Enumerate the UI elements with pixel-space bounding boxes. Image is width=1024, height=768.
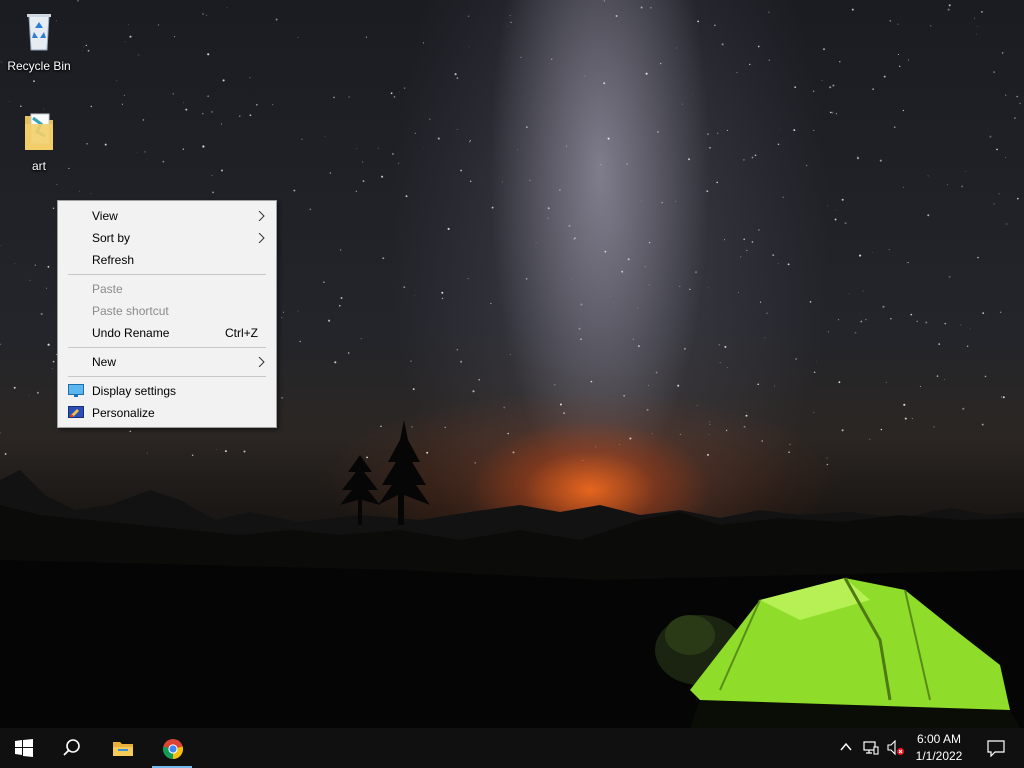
menu-item-label: Personalize <box>92 406 155 420</box>
menu-item-paste-shortcut: Paste shortcut <box>58 300 276 322</box>
notification-icon <box>987 740 1005 757</box>
menu-separator <box>68 274 266 275</box>
menu-item-refresh[interactable]: Refresh <box>58 249 276 271</box>
volume-muted-icon <box>887 740 905 756</box>
menu-item-label: Paste <box>92 282 123 296</box>
menu-item-new[interactable]: New <box>58 351 276 373</box>
desktop[interactable]: Recycle Bin art View Sort by Refresh Pas… <box>0 0 1024 728</box>
chevron-up-icon <box>840 742 852 751</box>
chevron-right-icon <box>258 357 265 367</box>
folder-icon <box>25 113 53 150</box>
menu-item-undo-rename[interactable]: Undo Rename Ctrl+Z <box>58 322 276 344</box>
menu-separator <box>68 376 266 377</box>
taskbar: 6:00 AM 1/1/2022 <box>0 728 1024 768</box>
menu-item-label: Sort by <box>92 231 131 245</box>
file-explorer-button[interactable] <box>98 728 146 768</box>
chrome-button[interactable] <box>148 728 196 768</box>
menu-item-label: Undo Rename <box>92 326 170 340</box>
chrome-icon <box>162 739 184 759</box>
desktop-icon-art[interactable]: art <box>1 106 77 173</box>
network-icon <box>863 741 879 755</box>
search-icon <box>63 739 80 756</box>
desktop-icon-recycle-bin[interactable]: Recycle Bin <box>1 6 77 73</box>
taskbar-clock[interactable]: 6:00 AM 1/1/2022 <box>906 730 972 767</box>
menu-item-sort-by[interactable]: Sort by <box>58 227 276 249</box>
menu-item-paste: Paste <box>58 278 276 300</box>
search-button[interactable] <box>48 728 96 768</box>
menu-item-personalize[interactable]: Personalize <box>58 402 276 424</box>
menu-separator <box>68 347 266 348</box>
windows-logo-icon <box>15 739 33 757</box>
recycle-bin-icon <box>27 14 51 51</box>
desktop-icon-label: art <box>31 159 46 173</box>
menu-item-view[interactable]: View <box>58 205 276 227</box>
menu-item-label: New <box>92 355 117 369</box>
start-button[interactable] <box>0 728 48 768</box>
desktop-icon-label: Recycle Bin <box>7 59 71 73</box>
clock-date: 1/1/2022 <box>915 749 963 763</box>
personalize-icon <box>68 406 84 418</box>
menu-item-display-settings[interactable]: Display settings <box>58 380 276 402</box>
menu-item-label: View <box>92 209 118 223</box>
display-settings-icon <box>68 384 84 397</box>
menu-item-shortcut: Ctrl+Z <box>225 326 258 340</box>
menu-item-label: Display settings <box>92 384 177 398</box>
tray-overflow-button[interactable] <box>836 728 858 768</box>
tray-network-button[interactable] <box>860 728 882 768</box>
menu-item-label: Refresh <box>92 253 135 267</box>
action-center-button[interactable] <box>976 728 1016 768</box>
chevron-right-icon <box>258 211 265 221</box>
tray-volume-button[interactable] <box>884 728 906 768</box>
chevron-right-icon <box>258 233 265 243</box>
clock-time: 6:00 AM <box>916 732 962 746</box>
desktop-context-menu: View Sort by Refresh Paste Paste shortcu… <box>57 200 277 428</box>
menu-item-label: Paste shortcut <box>92 304 169 318</box>
folder-icon <box>113 742 133 756</box>
